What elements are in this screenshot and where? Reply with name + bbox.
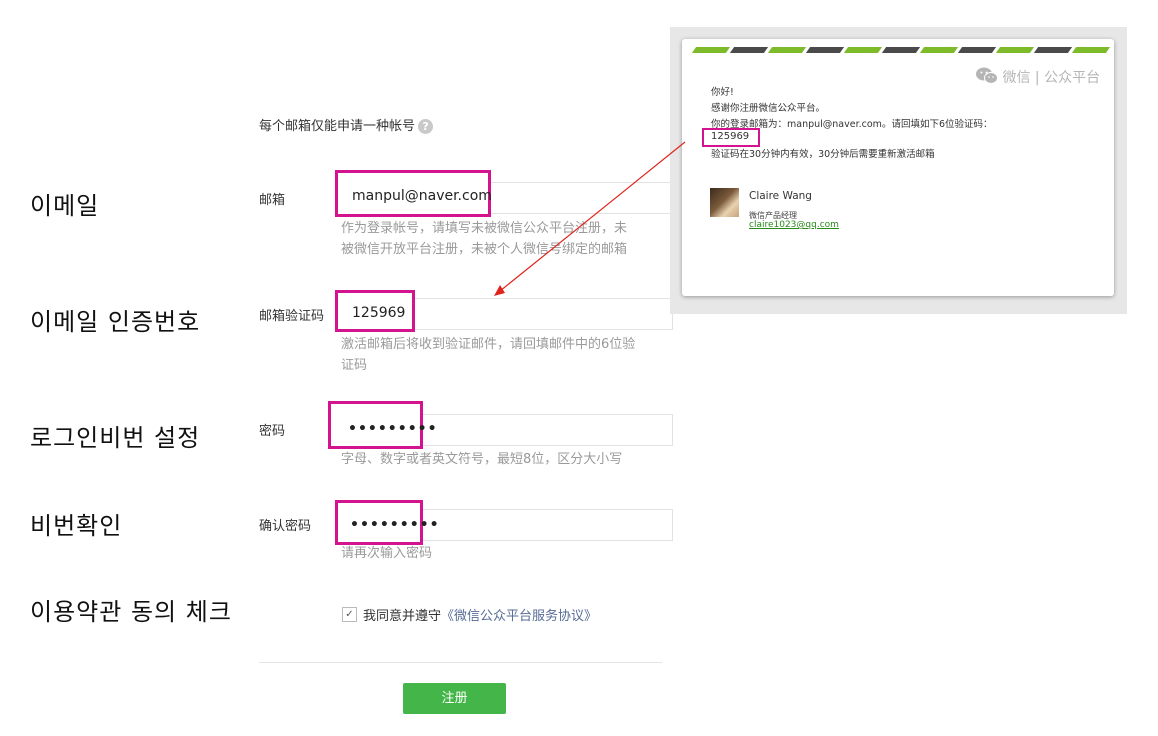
pointer-arrow	[494, 141, 686, 296]
arrow-head-icon	[494, 285, 505, 296]
arrow-line	[499, 141, 686, 292]
